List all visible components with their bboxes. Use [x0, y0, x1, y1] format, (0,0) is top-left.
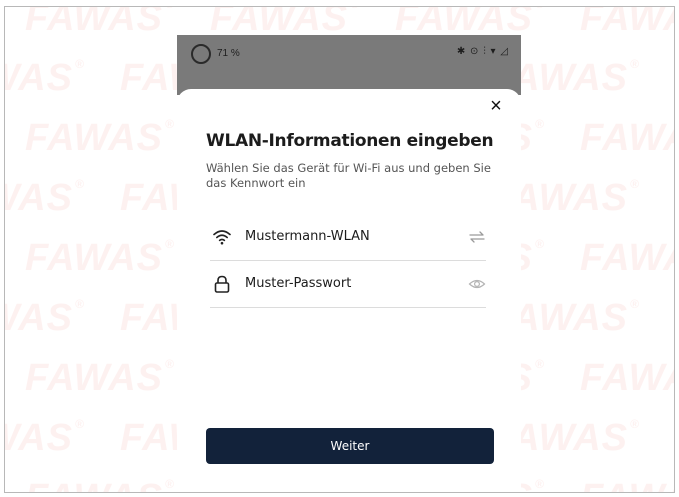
signal-icon: ◿	[500, 46, 509, 57]
watermark-text: FAWAS®	[25, 117, 175, 159]
registered-mark: ®	[630, 297, 640, 311]
registered-mark: ®	[535, 477, 545, 491]
watermark-text: FAWAS®	[25, 7, 175, 40]
battery-ring-icon	[191, 44, 211, 64]
watermark-text: FAWAS®	[5, 417, 85, 459]
watermark-text: FAWAS®	[580, 6, 674, 39]
watermark-text: FAWAS®	[5, 57, 85, 99]
registered-mark: ®	[535, 357, 545, 371]
registered-mark: ®	[165, 7, 175, 11]
registered-mark: ®	[630, 177, 640, 191]
phone-screen: 71 % ✱ ⊙ ⫶ ▾ ◿ × WLAN-Informationen eing…	[177, 35, 521, 492]
registered-mark: ®	[75, 417, 85, 431]
watermark-text: FAWAS®	[5, 297, 85, 339]
registered-mark: ®	[165, 237, 175, 251]
wifi-network-field[interactable]: Mustermann-WLAN	[210, 215, 486, 261]
registered-mark: ®	[75, 297, 85, 311]
eye-icon[interactable]	[468, 276, 486, 292]
registered-mark: ®	[535, 117, 545, 131]
registered-mark: ®	[630, 417, 640, 431]
password-field[interactable]: Muster-Passwort	[210, 262, 486, 308]
wifi-network-name: Mustermann-WLAN	[245, 229, 370, 244]
watermark-text: FAWAS®	[25, 477, 175, 492]
watermark-text: FAWAS®	[25, 237, 175, 279]
status-bar: 71 % ✱ ⊙ ⫶ ▾ ◿	[177, 35, 521, 95]
watermark-text: FAWAS®	[25, 357, 175, 399]
wifi-dialog: × WLAN-Informationen eingeben Wählen Sie…	[177, 89, 521, 492]
status-icons: ✱ ⊙ ⫶ ▾ ◿	[457, 46, 509, 57]
wifi-icon	[213, 230, 231, 245]
watermark-text: FAWAS®	[580, 477, 674, 492]
dialog-subtitle: Wählen Sie das Gerät für Wi-Fi aus und g…	[206, 161, 491, 190]
next-button[interactable]: Weiter	[206, 428, 494, 464]
switch-arrows-icon[interactable]	[468, 229, 486, 245]
registered-mark: ®	[75, 177, 85, 191]
registered-mark: ®	[535, 237, 545, 251]
registered-mark: ®	[165, 357, 175, 371]
dialog-title: WLAN-Informationen eingeben	[206, 131, 494, 151]
close-button[interactable]: ×	[485, 95, 507, 117]
close-icon: ×	[490, 95, 502, 117]
registered-mark: ®	[165, 117, 175, 131]
registered-mark: ®	[75, 57, 85, 71]
wifi-icon: ▾	[490, 46, 497, 57]
lock-icon	[214, 275, 230, 293]
registered-mark: ®	[165, 477, 175, 491]
battery-percent: 71 %	[217, 48, 240, 59]
alarm-icon: ⊙	[470, 46, 480, 57]
registered-mark: ®	[350, 7, 360, 11]
registered-mark: ®	[630, 57, 640, 71]
watermark-text: FAWAS®	[580, 237, 674, 279]
vibrate-icon: ⫶	[483, 46, 487, 57]
watermark-text: FAWAS®	[580, 357, 674, 399]
bluetooth-icon: ✱	[456, 46, 467, 57]
watermark-text: FAWAS®	[580, 117, 674, 159]
password-value: Muster-Passwort	[245, 276, 352, 291]
screenshot-frame: FAWAS® FAWAS® FAWAS® FAWAS® FAWAS® FAWAS® FAWA…	[4, 6, 675, 493]
watermark-text: FAWAS®	[5, 177, 85, 219]
registered-mark: ®	[535, 7, 545, 11]
